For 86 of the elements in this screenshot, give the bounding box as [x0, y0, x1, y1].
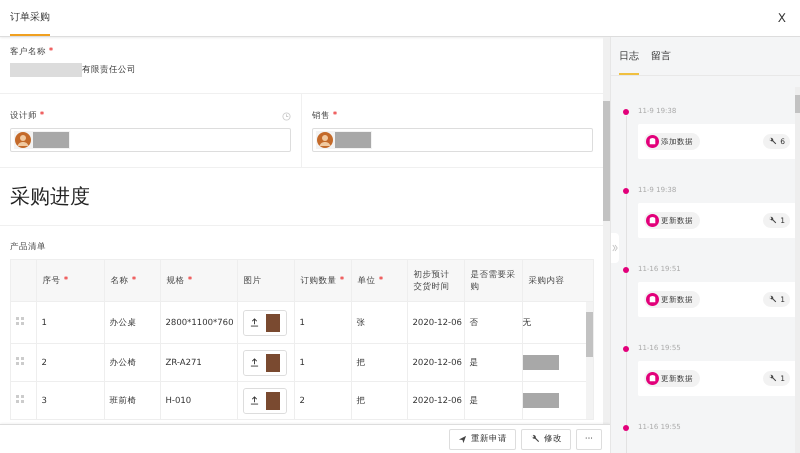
table-cell: 1 — [42, 318, 47, 328]
redacted-block — [522, 355, 558, 370]
table-cell: 办公椅 — [110, 358, 136, 368]
clock-icon[interactable] — [282, 112, 291, 120]
wrench-icon — [768, 216, 778, 225]
double-chevron-icon — [612, 244, 618, 252]
table-cell: 无 — [522, 318, 532, 328]
customer-name: 有限责任公司 — [82, 64, 136, 76]
chef-hat-icon — [646, 214, 659, 227]
drag-handle-icon[interactable] — [16, 395, 24, 403]
redacted-block — [522, 393, 558, 408]
edit-button[interactable]: 修改 — [520, 428, 571, 450]
avatar-icon — [317, 132, 333, 148]
section-heading: 采购进度 — [10, 183, 90, 210]
column-header: 初步预计交货时间 — [414, 268, 450, 292]
scrollbar-thumb[interactable] — [586, 312, 593, 357]
wrench-icon — [768, 295, 778, 304]
panel-tab[interactable]: 日志 — [619, 37, 639, 75]
column-header: 名称 — [110, 274, 128, 286]
title-tab[interactable]: 订单采购 — [10, 0, 50, 36]
table-cell: 1 — [300, 358, 305, 368]
column-header: 单位 — [358, 274, 376, 286]
table-cell: 张 — [356, 318, 366, 328]
scrollbar-thumb[interactable] — [603, 101, 610, 221]
photo-placeholder — [266, 354, 280, 372]
table-cell: 3 — [42, 396, 47, 406]
timeline-dot — [623, 425, 629, 431]
collapse-toggle[interactable] — [611, 233, 619, 263]
photo-placeholder — [266, 314, 280, 332]
field-label: 销售 — [312, 110, 330, 122]
table-cell: 2800*1100*760 — [166, 318, 234, 328]
timeline-dot — [623, 109, 629, 115]
table-cell: 是 — [470, 358, 478, 368]
redacted-block — [10, 63, 82, 77]
send-icon — [458, 434, 467, 444]
table-cell: 把 — [356, 396, 366, 406]
image-upload-field[interactable] — [242, 388, 286, 414]
column-header: 规格 — [166, 274, 184, 286]
image-upload-field[interactable] — [242, 310, 286, 336]
reapply-button[interactable]: 重新申请 — [448, 428, 516, 450]
redacted-block — [33, 132, 69, 148]
list-title: 产品清单 — [10, 241, 47, 253]
table-cell: 2020-12-06 — [412, 396, 462, 406]
table-cell: 办公桌 — [110, 318, 136, 328]
chef-hat-icon — [646, 293, 659, 306]
redacted-block — [335, 132, 371, 148]
table-cell: H-010 — [166, 396, 192, 406]
table-cell: 2020-12-06 — [412, 318, 462, 328]
column-header: 采购内容 — [528, 274, 564, 286]
close-button[interactable]: X — [774, 0, 790, 36]
photo-placeholder — [266, 392, 280, 410]
panel-tab[interactable]: 留言 — [651, 37, 671, 75]
more-button[interactable]: ··· — [576, 428, 602, 450]
table-cell: 是 — [470, 396, 478, 406]
image-upload-field[interactable] — [242, 350, 286, 376]
drag-handle-icon[interactable] — [16, 317, 24, 325]
column-header: 序号 — [42, 274, 60, 286]
drag-handle-icon[interactable] — [16, 357, 24, 365]
column-header: 订购数量 — [300, 274, 336, 286]
table-cell: 班前椅 — [110, 396, 136, 406]
table-cell: 否 — [470, 318, 478, 328]
timeline-dot — [623, 346, 629, 352]
table-cell: 1 — [300, 318, 305, 328]
avatar-icon — [15, 132, 31, 148]
field-label: 设计师 — [10, 110, 37, 122]
timeline-dot — [623, 188, 629, 194]
table-cell: 2 — [300, 396, 305, 406]
wrench-icon — [530, 434, 540, 444]
chef-hat-icon — [646, 135, 659, 148]
wrench-icon — [768, 374, 778, 383]
timeline-dot — [623, 267, 629, 273]
user-select-field[interactable] — [10, 128, 291, 152]
field-label: 客户名称 — [10, 46, 46, 58]
upload-icon — [250, 318, 258, 327]
upload-icon — [250, 358, 258, 367]
table-cell: ZR-A271 — [166, 358, 202, 368]
user-select-field[interactable] — [312, 128, 593, 152]
wrench-icon — [768, 137, 778, 146]
column-header: 是否需要采购 — [470, 268, 516, 292]
table-cell: 2 — [42, 358, 47, 368]
upload-icon — [250, 396, 258, 405]
chef-hat-icon — [646, 372, 659, 385]
column-header: 图片 — [244, 274, 262, 286]
table-cell: 把 — [356, 358, 366, 368]
table-cell: 2020-12-06 — [412, 358, 462, 368]
scrollbar-thumb[interactable] — [795, 95, 800, 113]
